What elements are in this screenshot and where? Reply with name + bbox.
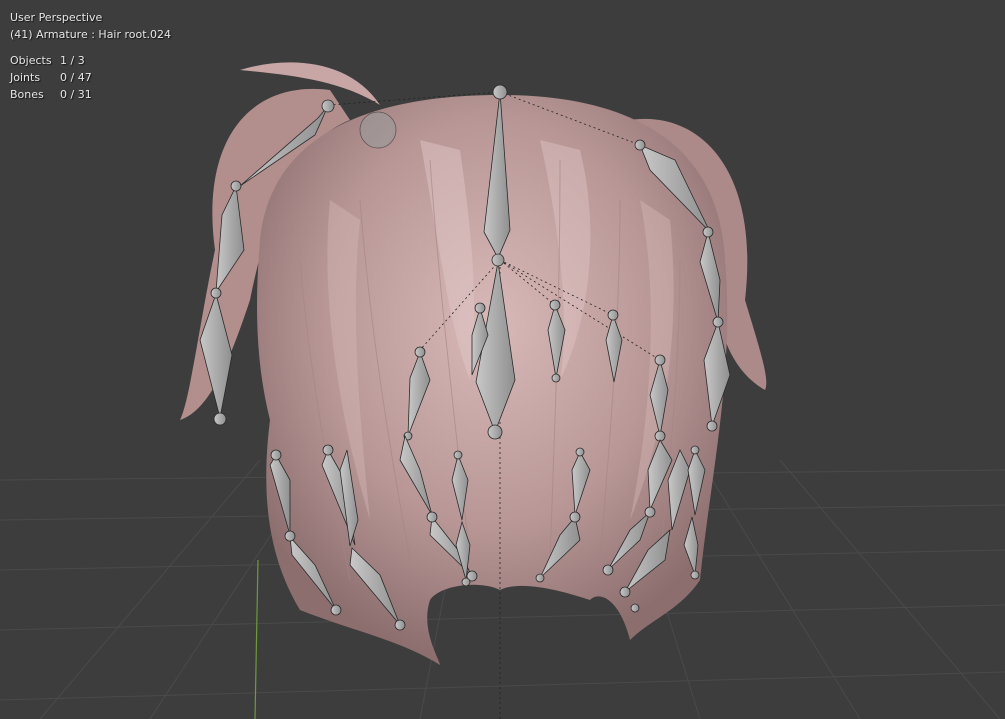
stat-bones: Bones 0 / 31 (10, 86, 171, 103)
stat-value: 1 / 3 (60, 54, 85, 67)
stat-label: Joints (10, 71, 41, 84)
active-object-label: (41) Armature : Hair root.024 (10, 28, 172, 41)
3d-viewport[interactable] (0, 0, 1005, 719)
stat-label: Objects (10, 54, 52, 67)
y-axis-line (254, 559, 259, 719)
stat-label: Bones (10, 88, 44, 101)
stat-objects: Objects 1 / 3 (10, 52, 171, 69)
stat-value: 0 / 31 (60, 88, 92, 101)
viewport-info-overlay: User Perspective (41) Armature : Hair ro… (10, 9, 171, 103)
stat-value: 0 / 47 (60, 71, 92, 84)
stat-joints: Joints 0 / 47 (10, 69, 171, 86)
view-name: User Perspective (10, 11, 103, 24)
